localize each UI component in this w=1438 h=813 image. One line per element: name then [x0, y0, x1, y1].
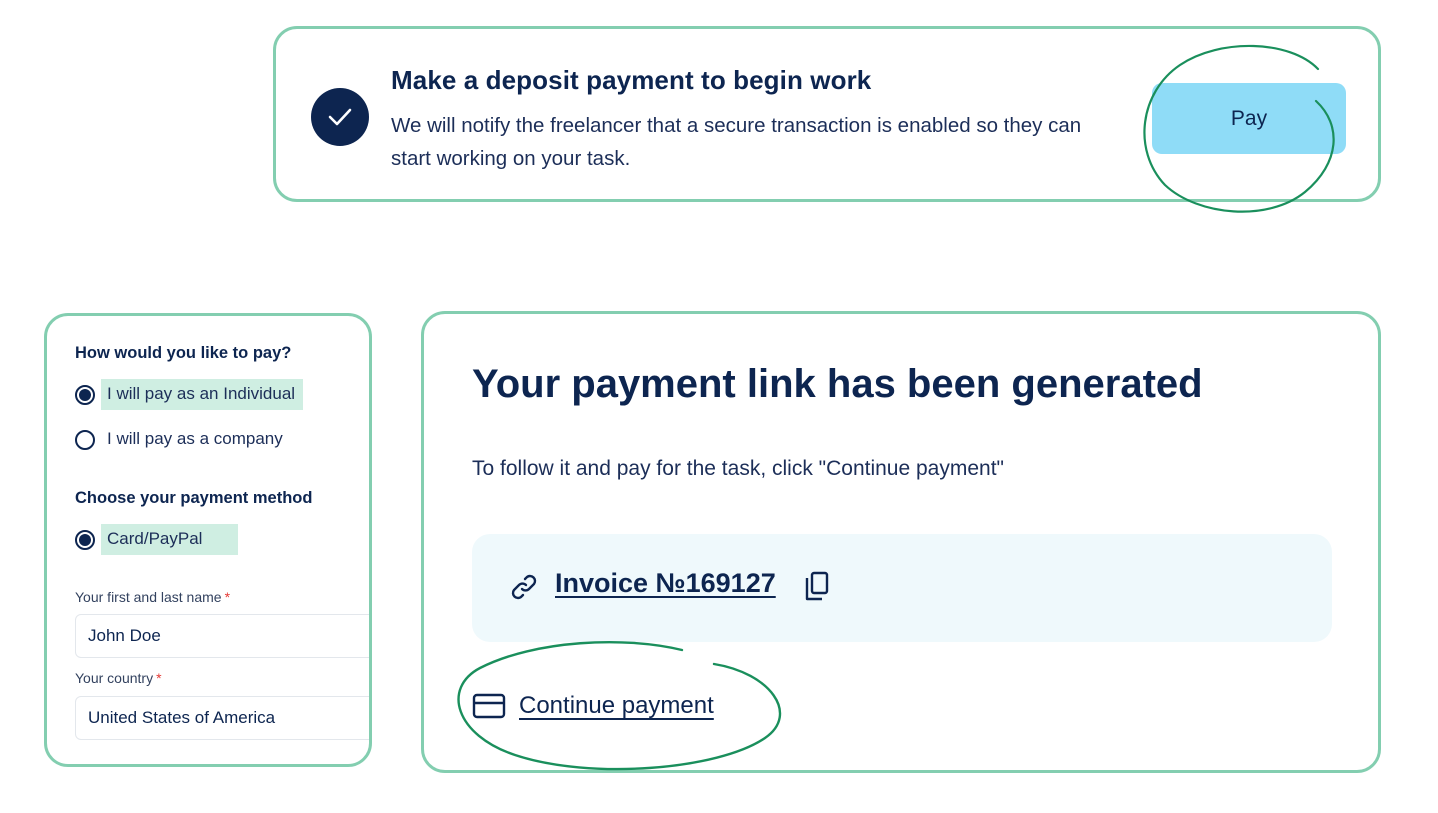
- check-icon: [311, 88, 369, 146]
- payer-type-heading: How would you like to pay?: [75, 344, 292, 362]
- radio-button-checked[interactable]: [75, 384, 95, 405]
- invoice-link[interactable]: Invoice №169127: [555, 568, 776, 599]
- name-label-text: Your first and last name: [75, 589, 222, 605]
- payment-link-description: To follow it and pay for the task, click…: [472, 457, 1005, 480]
- deposit-title: Make a deposit payment to begin work: [391, 65, 872, 95]
- payment-link-title: Your payment link has been generated: [472, 362, 1203, 406]
- radio-button-checked[interactable]: [75, 529, 95, 550]
- required-mark: *: [224, 589, 231, 605]
- continue-payment-button[interactable]: Continue payment: [472, 692, 714, 720]
- radio-label-card-paypal: Card/PayPal: [101, 524, 239, 555]
- name-field-label: Your first and last name *: [75, 589, 230, 605]
- continue-payment-link[interactable]: Continue payment: [519, 692, 714, 720]
- radio-button-unchecked[interactable]: [75, 429, 95, 450]
- copy-icon[interactable]: [803, 570, 831, 602]
- payment-link-panel: Your payment link has been generated To …: [421, 311, 1381, 773]
- name-field[interactable]: John Doe: [75, 614, 369, 658]
- radio-option-company[interactable]: I will pay as a company: [75, 424, 291, 455]
- radio-label-individual: I will pay as an Individual: [101, 379, 304, 410]
- country-field-label: Your country *: [75, 670, 162, 686]
- credit-card-icon: [472, 693, 506, 719]
- pay-button[interactable]: Pay: [1152, 83, 1346, 154]
- deposit-banner: Make a deposit payment to begin work We …: [273, 26, 1381, 202]
- payment-form: How would you like to pay? I will pay as…: [44, 313, 372, 767]
- payment-method-heading: Choose your payment method: [75, 489, 313, 507]
- invoice-box: Invoice №169127: [472, 534, 1332, 642]
- radio-option-individual[interactable]: I will pay as an Individual: [75, 379, 304, 410]
- country-field[interactable]: United States of America: [75, 696, 369, 740]
- radio-label-company: I will pay as a company: [107, 429, 283, 448]
- required-mark: *: [156, 670, 162, 686]
- deposit-description: We will notify the freelancer that a sec…: [391, 114, 1082, 170]
- country-label-text: Your country: [75, 670, 154, 686]
- radio-option-card-paypal[interactable]: Card/PayPal: [75, 524, 239, 555]
- link-icon: [511, 574, 537, 600]
